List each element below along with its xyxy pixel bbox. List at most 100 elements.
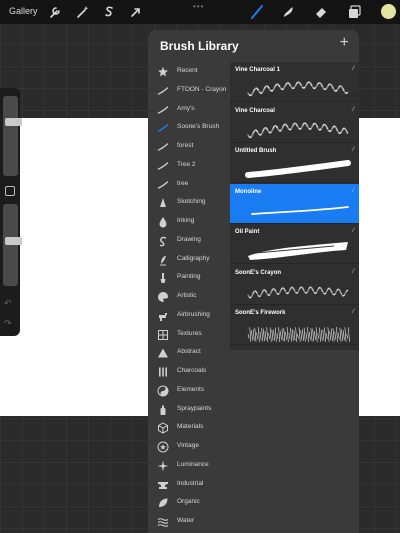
gallery-button[interactable]: Gallery	[9, 6, 38, 16]
brush-edit-icon[interactable]: ⁄	[353, 147, 354, 153]
brush-category-item[interactable]: Vintage	[148, 437, 230, 455]
brush-category-label: Artistic	[177, 292, 197, 299]
magic-wand-icon[interactable]	[73, 3, 91, 21]
brush-category-item[interactable]: Inking	[148, 212, 230, 230]
brush-category-label: Luminance	[177, 460, 209, 468]
layers-icon[interactable]	[345, 3, 363, 21]
brush-stroke-preview	[244, 115, 354, 141]
brush-size-thumb[interactable]	[5, 117, 22, 126]
brush-category-item[interactable]: Materials	[148, 418, 230, 436]
brush-category-item[interactable]: Airbrushing	[148, 306, 230, 324]
brush-edit-icon[interactable]: ⁄	[353, 269, 354, 275]
pencil-tip-icon	[157, 196, 169, 208]
wrench-icon[interactable]	[46, 3, 64, 21]
brush-category-label: Industrial	[177, 479, 204, 487]
brush-edit-icon[interactable]: ⁄	[353, 188, 354, 194]
brush-category-label: tree	[177, 179, 189, 187]
leaf-icon	[157, 496, 169, 508]
brush-size-slider[interactable]	[3, 96, 22, 176]
brush-name: Untitled Brush	[235, 148, 277, 154]
brush-category-label: Materials	[177, 423, 204, 431]
selection-s-icon[interactable]	[100, 3, 118, 21]
brush-edit-icon[interactable]: ⁄	[353, 228, 354, 234]
brush-category-item[interactable]: Elements	[148, 381, 230, 399]
brush-list: Vine Charcoal 1 ⁄ Vine Charcoal ⁄ Untitled B…	[230, 62, 359, 350]
brush-category-item[interactable]: tree	[148, 175, 230, 193]
brush-category-item[interactable]: FTOON - Crayon	[148, 81, 230, 99]
brush-category-label: Airbrushing	[177, 310, 210, 318]
brush-library-panel: Brush Library + Recent FTOON - Crayon Amy'…	[148, 30, 359, 533]
ink-drop-icon	[157, 215, 169, 228]
brush-category-label: Vintage	[177, 442, 199, 449]
brush-stroke-icon	[157, 159, 169, 171]
brush-name: Vine Charcoal	[235, 107, 275, 114]
brush-category-item[interactable]: Water	[148, 512, 230, 530]
brush-category-item[interactable]: Calligraphy	[148, 250, 230, 268]
brush-category-label: Drawing	[177, 235, 201, 243]
modify-button[interactable]	[5, 186, 15, 196]
brush-name: Monoline	[235, 188, 262, 195]
brush-category-label: Abstract	[177, 348, 201, 356]
brush-item[interactable]: SoonE's Crayon ⁄	[230, 265, 359, 305]
brush-category-label: Painting	[177, 273, 201, 281]
smudge-icon[interactable]	[279, 3, 297, 21]
brush-category-item[interactable]: Industrial	[148, 475, 230, 493]
opacity-thumb[interactable]	[5, 237, 22, 246]
left-sidebar: ↶ ↷	[0, 88, 22, 336]
brush-name: SoonE's Crayon	[235, 269, 282, 276]
brush-edit-icon[interactable]: ⁄	[353, 107, 354, 113]
brush-item[interactable]: Vine Charcoal 1 ⁄	[230, 62, 359, 102]
brush-stroke-icon	[157, 140, 169, 152]
opacity-slider[interactable]	[3, 204, 22, 286]
swirl-icon	[157, 234, 169, 247]
undo-button[interactable]: ↶	[4, 298, 12, 309]
brush-category-label: Organic	[177, 498, 200, 506]
brush-stroke-preview	[244, 277, 354, 303]
brush-item[interactable]: Monoline ⁄	[230, 183, 359, 224]
color-swatch[interactable]	[381, 4, 396, 19]
brush-item[interactable]: Oil Paint ⁄	[230, 224, 359, 264]
brush-category-label: Amy's	[177, 104, 195, 112]
yin-yang-icon	[157, 384, 169, 397]
brush-category-item[interactable]: Abstract	[148, 343, 230, 361]
brush-category-item[interactable]: forest	[148, 137, 230, 155]
brush-category-item[interactable]: Textures	[148, 325, 230, 343]
brush-stroke-icon	[157, 178, 169, 190]
brush-stroke-preview	[244, 236, 354, 262]
redo-button[interactable]: ↷	[4, 318, 12, 329]
brush-category-item[interactable]: Soone's Brush	[148, 118, 230, 136]
brush-edit-icon[interactable]: ⁄	[353, 66, 354, 72]
brush-item[interactable]: Vine Charcoal ⁄	[230, 103, 359, 143]
brush-item[interactable]: SoonE's Firework ⁄	[230, 305, 359, 345]
brush-category-item[interactable]: Drawing	[148, 231, 230, 249]
brush-category-label: Sketching	[177, 198, 206, 206]
brush-name: Oil Paint	[235, 229, 260, 235]
brush-item[interactable]: Untitled Brush ⁄	[230, 143, 359, 183]
transform-arrow-icon[interactable]	[127, 3, 145, 21]
toolbar-handle[interactable]: •••	[193, 2, 204, 11]
waves-icon	[157, 515, 169, 527]
brush-category-item[interactable]: Organic	[148, 493, 230, 511]
brush-category-item[interactable]: Recent	[148, 62, 230, 80]
paint-brush-icon	[157, 271, 169, 284]
brush-category-label: Textures	[177, 329, 202, 337]
brush-name: SoonE's Firework	[235, 310, 286, 316]
brush-category-item[interactable]: Amy's	[148, 100, 230, 118]
brush-category-item[interactable]: Tree 2	[148, 156, 230, 174]
eraser-icon[interactable]	[312, 3, 330, 21]
sparkle-icon	[157, 459, 169, 472]
brush-category-item[interactable]: Charcoals	[148, 362, 230, 380]
brush-icon[interactable]	[248, 3, 266, 21]
brush-category-item[interactable]: Spraypaints	[148, 400, 230, 418]
brush-name: Vine Charcoal 1	[235, 67, 280, 73]
brush-category-item[interactable]: Painting	[148, 268, 230, 286]
star-icon	[157, 65, 169, 77]
brush-edit-icon[interactable]: ⁄	[353, 309, 354, 315]
brush-category-item[interactable]: Luminance	[148, 456, 230, 474]
brush-category-label: Water	[177, 517, 195, 524]
brush-category-label: Soone's Brush	[177, 123, 220, 131]
add-brush-set-button[interactable]: +	[340, 34, 349, 52]
brush-category-item[interactable]: Sketching	[148, 193, 230, 211]
brush-category-item[interactable]: Artistic	[148, 287, 230, 305]
cube-icon	[157, 421, 169, 434]
